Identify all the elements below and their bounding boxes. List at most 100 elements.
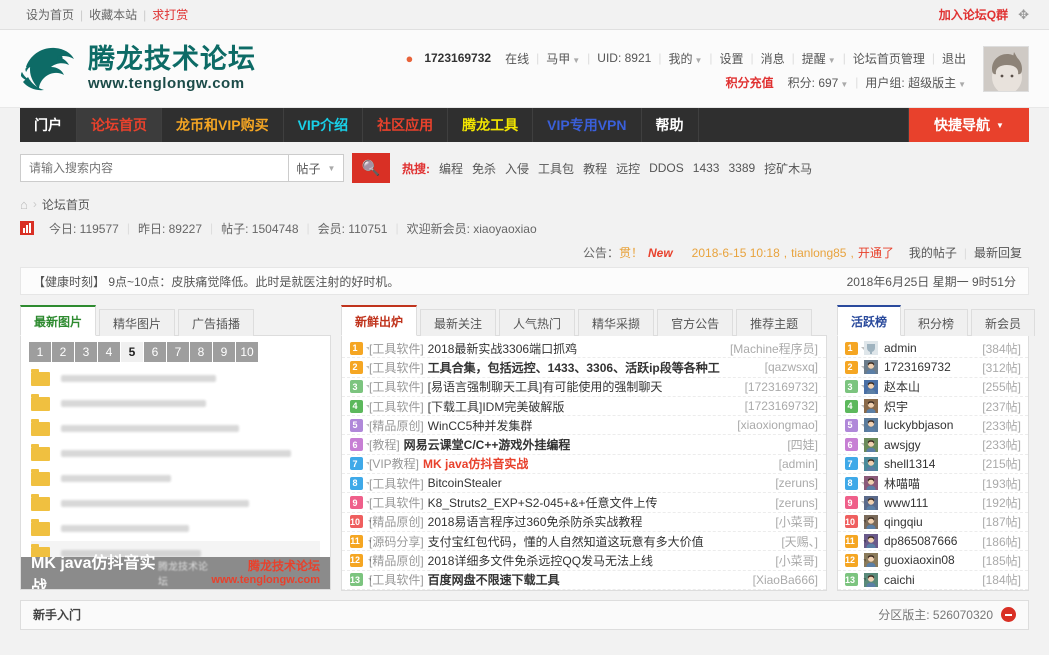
member-name[interactable]: 1723169732 <box>884 360 951 374</box>
pager-page[interactable]: 8 <box>190 342 212 362</box>
pager-page[interactable]: 6 <box>144 342 166 362</box>
join-qq-group-link[interactable]: 加入论坛Q群 <box>939 6 1008 23</box>
thread-category[interactable]: [精品原创] <box>369 552 424 569</box>
thread-author[interactable]: [zeruns] <box>765 496 818 510</box>
pager-page-current[interactable]: 5 <box>121 342 143 362</box>
pager-page[interactable]: 3 <box>75 342 97 362</box>
thread-title[interactable]: WinCC5种并发集群 <box>428 417 533 434</box>
avatar[interactable] <box>864 418 878 433</box>
table-row[interactable]: 12 [精品原创] 2018详细多文件免杀远控QQ发马无法上线 [小菜哥] <box>342 551 826 571</box>
table-row[interactable]: 5 [精品原创] WinCC5种并发集群 [xiaoxiongmao] <box>342 416 826 436</box>
thread-category[interactable]: [工具软件] <box>369 359 424 376</box>
thread-title[interactable]: MK java仿抖音实战 <box>423 455 528 472</box>
thread-title[interactable]: 网易云课堂C/C++游戏外挂编程 <box>404 436 571 453</box>
avatar[interactable] <box>864 437 878 452</box>
member-name[interactable]: admin <box>884 341 917 355</box>
search-input[interactable] <box>20 154 288 182</box>
thread-title[interactable]: 2018最新实战3306端口抓鸡 <box>428 340 577 357</box>
table-row[interactable]: 7 [VIP教程] MK java仿抖音实战 [admin] <box>342 455 826 475</box>
tab-featured[interactable]: 精华采撷 <box>578 309 655 336</box>
pager-page[interactable]: 4 <box>98 342 120 362</box>
list-item[interactable]: 2 1723169732 [312帖] <box>838 358 1028 378</box>
pager-page[interactable]: 2 <box>52 342 74 362</box>
member-name[interactable]: awsjgy <box>884 438 921 452</box>
member-name[interactable]: caichi <box>884 573 915 587</box>
list-item[interactable]: 8 林喵喵 [193帖] <box>838 474 1028 494</box>
thread-title[interactable]: 2018详细多文件免杀远控QQ发马无法上线 <box>428 552 653 569</box>
bookmark-site-link[interactable]: 收藏本站 <box>83 6 143 23</box>
thread-title[interactable]: K8_Struts2_EXP+S2-045+&+任意文件上传 <box>428 494 658 511</box>
thread-category[interactable]: [VIP教程] <box>369 455 419 472</box>
hot-term[interactable]: 教程 <box>583 160 607 177</box>
quick-nav-button[interactable]: 快捷导航 ▼ <box>909 108 1029 142</box>
thread-category[interactable]: [源码分享] <box>369 533 424 550</box>
donate-link[interactable]: 求打赏 <box>146 6 194 23</box>
hot-term[interactable]: 远控 <box>616 160 640 177</box>
thread-category[interactable]: [工具软件] <box>369 378 424 395</box>
member-name[interactable]: qingqiu <box>884 515 923 529</box>
avatar[interactable] <box>864 534 878 549</box>
image-thumbnail[interactable]: 1 2 3 4 5 6 7 8 9 10 MK java仿抖音实战 腾龙技术论坛… <box>21 336 330 589</box>
avatar[interactable] <box>864 399 878 414</box>
nav-item-community[interactable]: 社区应用 <box>363 108 449 142</box>
tab-new-members[interactable]: 新会员 <box>971 309 1036 336</box>
avatar[interactable] <box>864 572 878 587</box>
hot-term[interactable]: 1433 <box>693 161 720 175</box>
set-homepage-link[interactable]: 设为首页 <box>20 6 80 23</box>
avatar[interactable] <box>864 379 878 394</box>
thread-category[interactable]: [精品原创] <box>369 417 424 434</box>
tab-latest-images[interactable]: 最新图片 <box>20 305 97 336</box>
list-item[interactable]: 3 赵本山 [255帖] <box>838 378 1028 397</box>
nav-item-vip-intro[interactable]: VIP介绍 <box>284 108 364 142</box>
moderator-label[interactable]: 分区版主: 526070320 <box>878 606 993 623</box>
tab-ad-insert[interactable]: 广告插播 <box>178 309 255 336</box>
member-name[interactable]: shell1314 <box>884 457 935 471</box>
list-item[interactable]: 1 admin [384帖] <box>838 339 1028 359</box>
nav-item-portal[interactable]: 门户 <box>20 108 77 142</box>
nav-item-tools[interactable]: 腾龙工具 <box>448 108 534 142</box>
thread-title[interactable]: 2018易语言程序过360免杀防杀实战教程 <box>428 513 643 530</box>
hot-term[interactable]: 编程 <box>439 160 463 177</box>
vest-menu[interactable]: 马甲 ▼ <box>539 50 587 67</box>
list-item[interactable]: 9 www111 [192帖] <box>838 493 1028 513</box>
recharge-points-link[interactable]: 积分充值 <box>719 74 781 91</box>
avatar[interactable] <box>864 514 878 529</box>
hot-term[interactable]: 挖矿木马 <box>764 160 812 177</box>
thread-author[interactable]: [XiaoBa666] <box>743 573 818 587</box>
thread-title[interactable]: 工具合集，包括远控、1433、3306、活跃ip段等各种工 <box>428 359 720 376</box>
collapse-icon[interactable] <box>1001 607 1016 623</box>
hot-term[interactable]: 入侵 <box>505 160 529 177</box>
logout-link[interactable]: 退出 <box>935 50 973 67</box>
list-item[interactable]: 10 qingqiu [187帖] <box>838 513 1028 532</box>
search-button[interactable]: 🔍 <box>352 153 390 183</box>
tab-fresh[interactable]: 新鲜出炉 <box>341 305 418 336</box>
member-name[interactable]: 炽宇 <box>884 398 908 415</box>
list-item[interactable]: 6 awsjgy [233帖] <box>838 435 1028 455</box>
list-item[interactable]: 13 caichi [184帖] <box>838 571 1028 590</box>
hot-term[interactable]: 3389 <box>728 161 755 175</box>
thread-author[interactable]: [admin] <box>769 457 818 471</box>
thread-author[interactable]: [小菜哥] <box>765 552 818 569</box>
thread-author[interactable]: [xiaoxiongmao] <box>727 418 818 432</box>
nav-item-coin-vip[interactable]: 龙币和VIP购买 <box>162 108 284 142</box>
thread-category[interactable]: [工具软件] <box>369 475 424 492</box>
thread-author[interactable]: [四娃] <box>777 436 818 453</box>
table-row[interactable]: 6 [教程] 网易云课堂C/C++游戏外挂编程 [四娃] <box>342 435 826 455</box>
thread-category[interactable]: [工具软件] <box>369 571 424 588</box>
search-scope-select[interactable]: 帖子 ▼ <box>288 154 344 182</box>
latest-reply-link[interactable]: 最新回复 <box>967 244 1029 261</box>
list-item[interactable]: 5 luckybbjason [233帖] <box>838 416 1028 436</box>
table-row[interactable]: 1 [工具软件] 2018最新实战3306端口抓鸡 [Machine程序员] <box>342 339 826 359</box>
pager-page[interactable]: 10 <box>236 342 258 362</box>
member-name[interactable]: www111 <box>884 496 928 510</box>
table-row[interactable]: 2 [工具软件] 工具合集，包括远控、1433、3306、活跃ip段等各种工 [qaz… <box>342 358 826 378</box>
my-menu[interactable]: 我的 ▼ <box>661 50 709 67</box>
pager-page[interactable]: 9 <box>213 342 235 362</box>
thread-title[interactable]: [易语言强制聊天工具]有可能使用的强制聊天 <box>428 378 663 395</box>
thread-author[interactable]: [Machine程序员] <box>720 340 818 357</box>
announcement-author[interactable]: tianlong85 <box>791 246 846 260</box>
avatar[interactable] <box>864 476 878 491</box>
list-item[interactable]: 11 dp865087666 [186帖] <box>838 532 1028 552</box>
thread-author[interactable]: [1723169732] <box>735 399 818 413</box>
table-row[interactable]: 13 [工具软件] 百度网盘不限速下载工具 [XiaoBa666] <box>342 571 826 590</box>
